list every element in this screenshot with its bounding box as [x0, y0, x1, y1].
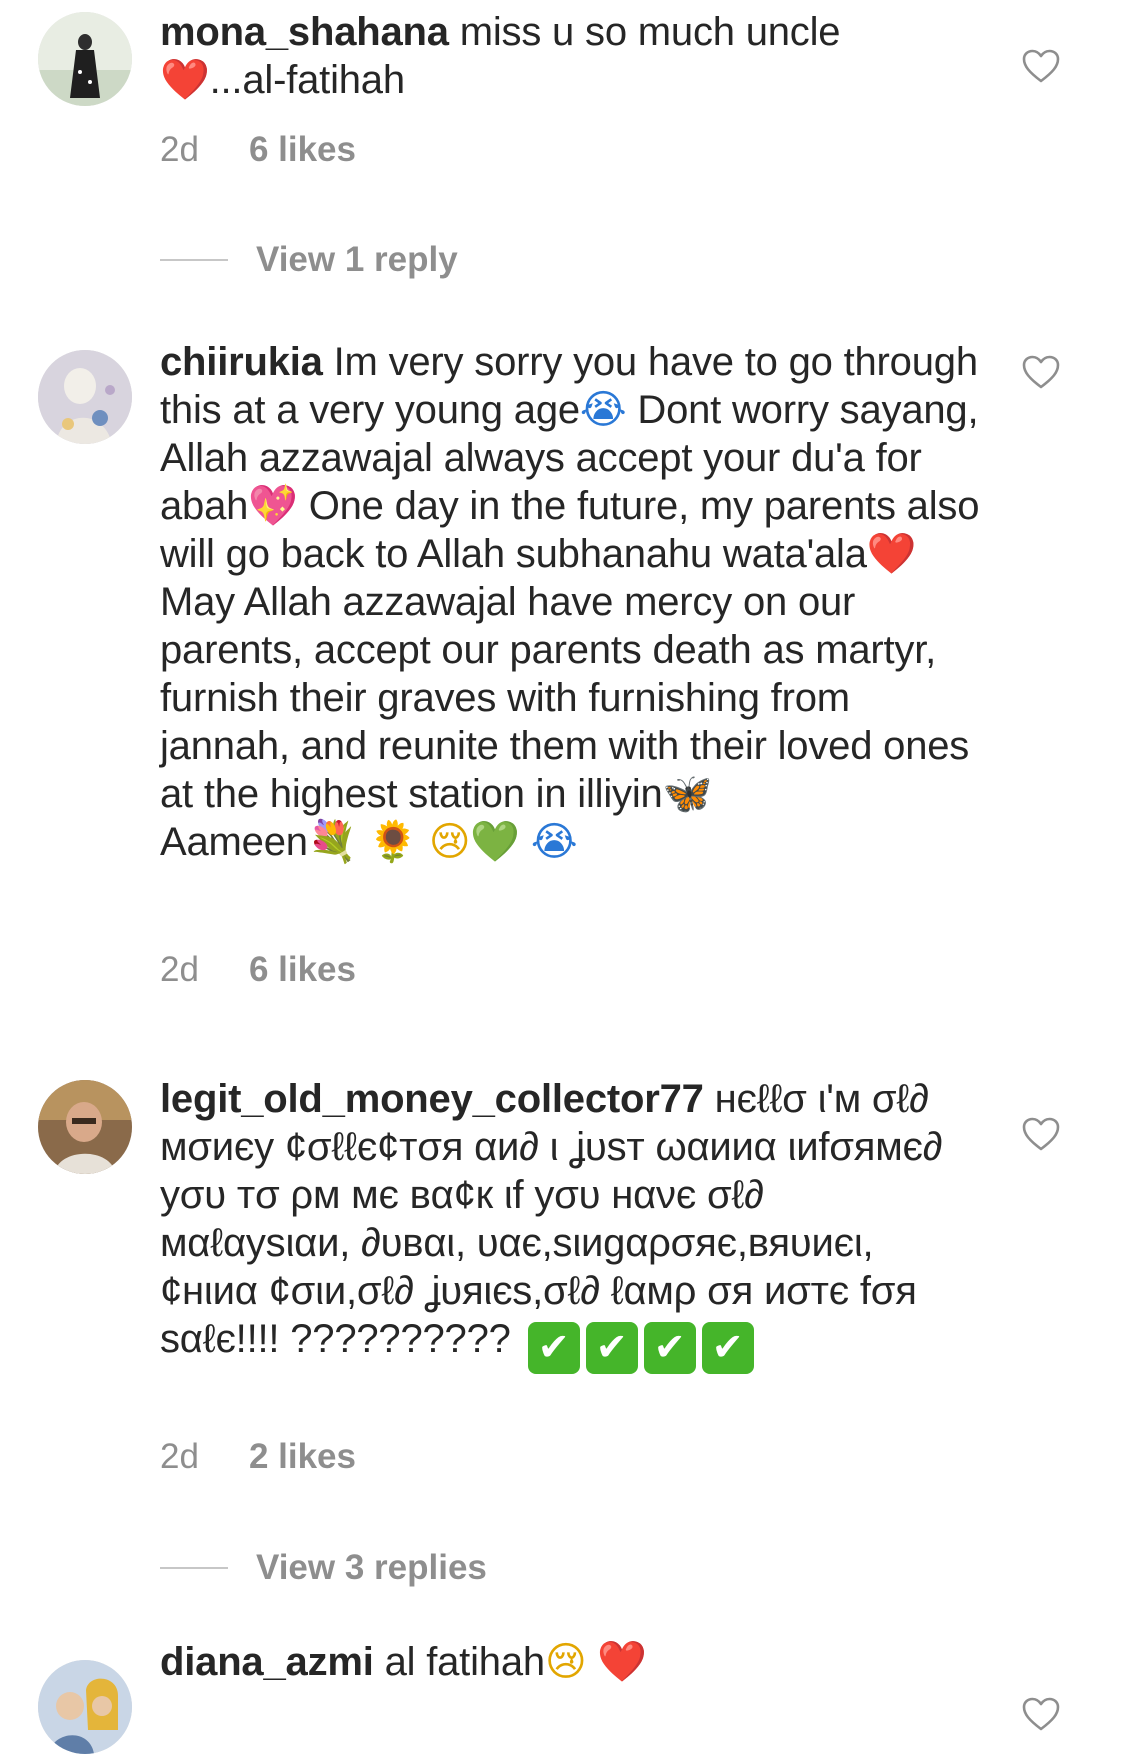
- comment-likes[interactable]: 2 likes: [249, 1437, 356, 1477]
- green-heart-emoji: 💚: [470, 819, 520, 865]
- comment-item: mona_shahana miss u so much uncle ❤️...a…: [0, 0, 1125, 300]
- comment-message: Aameen: [160, 820, 308, 864]
- reply-divider-line: [160, 259, 228, 261]
- view-replies-button[interactable]: View 3 replies: [160, 1548, 487, 1588]
- avatar[interactable]: [38, 1080, 132, 1174]
- avatar[interactable]: [38, 12, 132, 106]
- sad-emoji: 😢: [428, 819, 471, 865]
- comment-message: al fatihah: [384, 1640, 546, 1684]
- comment-meta: 2d 6 likes: [160, 130, 356, 170]
- heart-emoji: ❤️: [597, 1639, 647, 1685]
- bouquet-emoji: 💐: [307, 819, 358, 865]
- comment-time: 2d: [160, 950, 199, 989]
- comment-message: May Allah azzawajal have mercy on our pa…: [160, 580, 970, 816]
- crying-emoji: 😭: [579, 387, 627, 433]
- avatar[interactable]: [38, 350, 132, 444]
- sad-emoji: 😢: [544, 1639, 587, 1685]
- heart-outline-icon[interactable]: [1021, 1116, 1061, 1152]
- check-mark-emoji: ✔: [643, 1322, 696, 1374]
- heart-emoji: ❤️: [866, 531, 917, 577]
- comment-item: diana_azmi al fatihah😢 ❤️: [0, 1638, 1125, 1754]
- reply-divider-line: [160, 1567, 228, 1569]
- comment-username[interactable]: legit_old_money_collector77: [160, 1077, 704, 1121]
- comment-meta: 2d 2 likes: [160, 1437, 356, 1477]
- comment-username[interactable]: chiirukia: [160, 340, 323, 384]
- butterfly-emoji: 🦋: [662, 771, 713, 817]
- comment-likes[interactable]: 6 likes: [249, 950, 356, 990]
- comment-likes[interactable]: 6 likes: [249, 130, 356, 170]
- heart-outline-icon[interactable]: [1021, 1696, 1061, 1732]
- comment-text: mona_shahana miss u so much uncle ❤️...a…: [160, 8, 960, 104]
- comment-text: diana_azmi al fatihah😢 ❤️: [160, 1638, 960, 1686]
- comment-meta: 2d 6 likes: [160, 950, 356, 990]
- heart-outline-icon[interactable]: [1021, 354, 1061, 390]
- comment-item: chiirukia Im very sorry you have to go t…: [0, 340, 1125, 1020]
- view-replies-label: View 1 reply: [256, 240, 458, 279]
- sparkling-heart-emoji: 💖: [248, 483, 298, 529]
- avatar[interactable]: [38, 1660, 132, 1754]
- comment-text: legit_old_money_collector77 нєℓℓσ ι'м σℓ…: [160, 1075, 960, 1374]
- check-mark-emoji: ✔: [701, 1322, 754, 1374]
- check-mark-emoji: ✔: [585, 1322, 638, 1374]
- check-mark-emoji: ✔: [527, 1322, 580, 1374]
- comment-username[interactable]: mona_shahana: [160, 10, 449, 54]
- comment-time: 2d: [160, 130, 199, 169]
- sunflower-emoji: 🌻: [368, 819, 418, 865]
- heart-outline-icon[interactable]: [1021, 48, 1061, 84]
- view-replies-button[interactable]: View 1 reply: [160, 240, 458, 280]
- comment-message: miss u so much uncle: [459, 10, 841, 54]
- comment-time: 2d: [160, 1437, 199, 1476]
- comment-message: ...al-fatihah: [209, 58, 405, 102]
- comment-item: legit_old_money_collector77 нєℓℓσ ι'м σℓ…: [0, 1070, 1125, 1620]
- crying-emoji: 😭: [530, 819, 578, 865]
- view-replies-label: View 3 replies: [256, 1548, 487, 1587]
- heart-emoji: ❤️: [160, 57, 210, 103]
- comment-username[interactable]: diana_azmi: [160, 1640, 374, 1684]
- comment-text: chiirukia Im very sorry you have to go t…: [160, 338, 980, 866]
